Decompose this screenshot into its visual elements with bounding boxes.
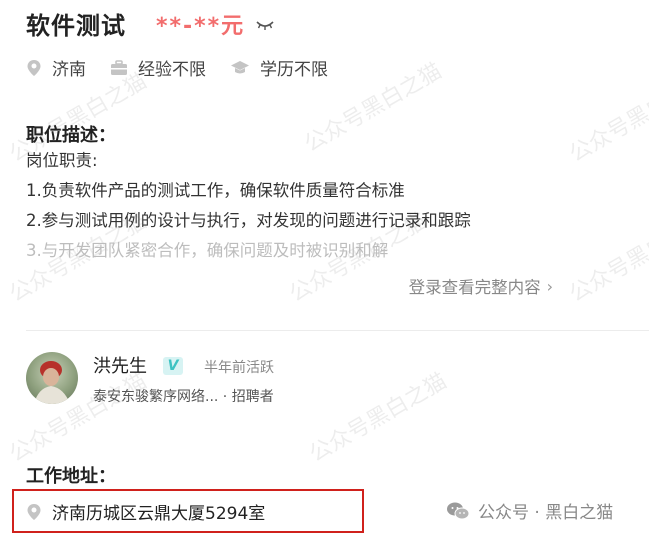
description-intro: 岗位职责: bbox=[26, 151, 98, 170]
education-text: 学历不限 bbox=[260, 60, 328, 80]
recruiter-name: 洪先生 bbox=[93, 356, 147, 377]
watermark-text: 公众号黑白之猫 bbox=[305, 368, 452, 468]
wechat-icon bbox=[447, 502, 470, 519]
verified-badge-icon: V bbox=[163, 357, 183, 375]
job-title: 软件测试 bbox=[26, 12, 126, 40]
graduation-cap-icon bbox=[231, 60, 249, 73]
experience-text: 经验不限 bbox=[138, 60, 206, 80]
login-view-full-link[interactable]: 登录查看完整内容 › bbox=[409, 274, 553, 298]
meta-location: 济南 bbox=[26, 55, 86, 80]
address-row[interactable]: 济南历城区云鼎大厦5294室 bbox=[26, 499, 265, 524]
recruiter-active-status: 半年前活跃 bbox=[204, 360, 274, 376]
meta-experience: 经验不限 bbox=[110, 55, 206, 80]
more-link-label: 登录查看完整内容 bbox=[408, 278, 541, 297]
chevron-right-icon: › bbox=[546, 276, 553, 296]
recruiter-company: 泰安东骏繁序网络... · 招聘者 bbox=[93, 389, 274, 405]
job-meta: 济南 经验不限 学历不限 bbox=[26, 55, 352, 80]
job-detail-page: 公众号黑白之猫 公众号黑白之猫 公众号黑白之猫 公众号黑白之猫 公众号黑白之猫 … bbox=[0, 0, 649, 537]
location-pin-icon bbox=[27, 59, 41, 76]
description-line: 1.负责软件产品的测试工作，确保软件质量符合标准 bbox=[26, 181, 405, 200]
description-line: 2.参与测试用例的设计与执行，对发现的问题进行记录和跟踪 bbox=[26, 211, 471, 230]
address-heading: 工作地址： bbox=[26, 466, 116, 487]
address-text: 济南历城区云鼎大厦5294室 bbox=[52, 504, 266, 524]
description-line: 3.与开发团队紧密合作，确保问题及时被识别和解 bbox=[26, 241, 389, 260]
avatar[interactable] bbox=[26, 352, 78, 404]
watermark-text: 公众号黑白之猫 bbox=[565, 68, 649, 168]
salary-text: **-**元 bbox=[156, 13, 246, 39]
watermark-text: 公众号黑白之猫 bbox=[565, 208, 649, 308]
wechat-watermark: 公众号 · 黑白之猫 bbox=[446, 498, 613, 523]
briefcase-icon bbox=[111, 59, 127, 75]
location-pin-icon bbox=[27, 503, 41, 520]
job-header: 软件测试 **-**元 bbox=[26, 6, 275, 41]
divider bbox=[26, 330, 649, 331]
meta-education: 学历不限 bbox=[230, 55, 328, 80]
watermark-footer-text: 公众号 · 黑白之猫 bbox=[478, 503, 614, 523]
location-text: 济南 bbox=[52, 60, 86, 80]
description-heading: 职位描述： bbox=[26, 125, 116, 146]
eye-closed-icon[interactable] bbox=[255, 17, 275, 31]
